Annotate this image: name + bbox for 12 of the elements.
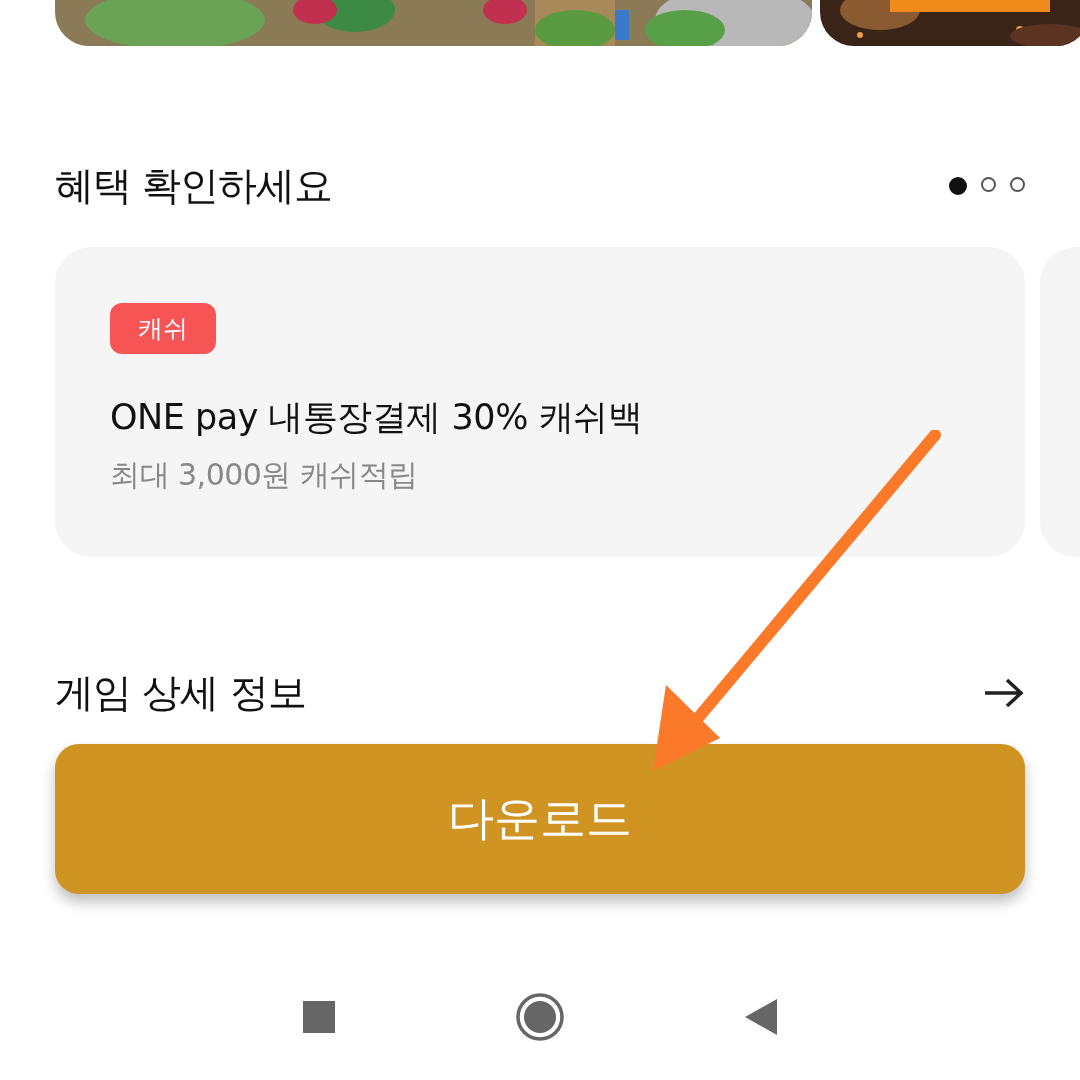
arrow-right-icon[interactable] (983, 677, 1025, 709)
page-indicator-dot[interactable] (949, 177, 967, 195)
tag-badge: 캐쉬 (110, 303, 216, 354)
section-title: 혜택 확인하세요 (55, 162, 333, 210)
page-indicator-dot[interactable] (981, 177, 996, 192)
benefit-card[interactable]: 캐쉬 ONE pay 내통장결제 30% 캐쉬백 최대 3,000원 캐쉬적립 (55, 247, 1025, 557)
home-button[interactable] (515, 992, 565, 1042)
card-subtitle: 최대 3,000원 캐쉬적립 (110, 456, 419, 494)
section-title: 게임 상세 정보 (55, 669, 306, 717)
card-title: ONE pay 내통장결제 30% 캐쉬백 (110, 396, 644, 439)
page-indicator-dot[interactable] (1010, 177, 1025, 192)
back-button[interactable] (745, 999, 777, 1035)
